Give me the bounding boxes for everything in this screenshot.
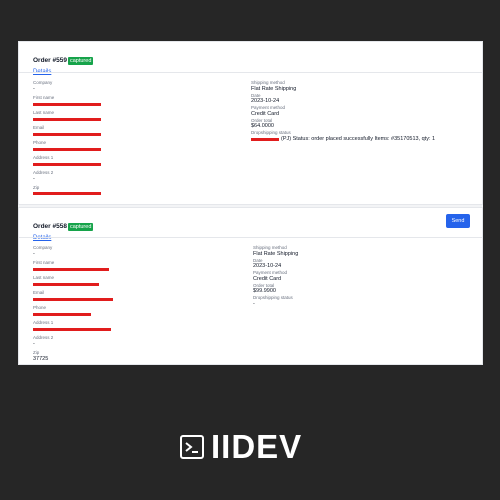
- order-card-559: Order #559captured Details Company - Fir…: [18, 41, 483, 205]
- field-label: Address 2: [33, 170, 54, 175]
- dropshipping-status: (PJ) Status: order placed successfully I…: [251, 136, 476, 143]
- field-value: -: [33, 340, 35, 347]
- field-value: -: [253, 300, 255, 307]
- field-label: Address 1: [33, 320, 54, 325]
- field-address-1: Address 1: [33, 320, 111, 335]
- field-value: $99.9900: [253, 288, 276, 294]
- field-label: Phone: [33, 305, 47, 310]
- brand-name: IIDEV: [211, 428, 303, 465]
- field-value: Flat Rate Shipping: [253, 250, 299, 257]
- divider: [19, 72, 482, 73]
- order-info-column: Shipping method Flat Rate Shipping Date …: [251, 80, 476, 143]
- field-company: Company -: [33, 80, 54, 95]
- order-card-558: Order #558 captured Details Send Company …: [18, 207, 483, 365]
- field-phone: Phone: [33, 305, 91, 320]
- redaction-bar: [33, 268, 109, 271]
- divider: [19, 237, 482, 238]
- details-link[interactable]: Details: [33, 235, 93, 241]
- redaction-bar: [33, 313, 91, 316]
- field-value: 37725: [33, 355, 49, 362]
- field-address-1: Address 1: [33, 155, 101, 170]
- field-label: Last name: [33, 110, 55, 115]
- redaction-bar: [33, 103, 101, 106]
- field-first-name: First name: [33, 260, 109, 275]
- redaction-bar: [33, 283, 99, 286]
- field-last-name: Last name: [33, 110, 101, 125]
- redaction-bar: [33, 298, 113, 301]
- status-badge: captured: [67, 57, 94, 65]
- redaction-bar: [33, 118, 101, 121]
- customer-column: Company - First name Last name Email Pho…: [33, 245, 113, 365]
- field-label: Address 2: [33, 335, 54, 340]
- field-value: Flat Rate Shipping: [251, 85, 297, 92]
- field-email: Email: [33, 125, 101, 140]
- customer-column: Company - First name Last name Email Pho…: [33, 80, 101, 200]
- field-company: Company -: [33, 245, 54, 260]
- field-label: Address 1: [33, 155, 54, 160]
- field-value: -: [33, 85, 35, 92]
- send-button[interactable]: Send: [446, 214, 470, 228]
- field-first-name: First name: [33, 95, 101, 110]
- screenshot-panel: Order #559captured Details Company - Fir…: [18, 41, 483, 365]
- field-phone: Phone: [33, 140, 101, 155]
- field-zip: Zip 37725: [33, 350, 54, 365]
- field-address-2: Address 2 -: [33, 170, 54, 185]
- field-value: (PJ) Status: order placed successfully I…: [281, 135, 436, 142]
- order-title: Order #558: [33, 223, 67, 230]
- field-value: 2023-10-24: [251, 98, 280, 104]
- brand-logo: IIDEV: [180, 430, 302, 463]
- redaction-bar: [33, 133, 101, 136]
- order-title: Order #559: [33, 57, 67, 64]
- field-address-2: Address 2 -: [33, 335, 54, 350]
- field-value: Credit Card: [253, 275, 282, 282]
- field-label: Email: [33, 125, 45, 130]
- redaction-bar: [33, 328, 111, 331]
- field-label: Company: [33, 245, 53, 250]
- status-badge: captured: [67, 223, 94, 231]
- field-label: Company: [33, 80, 53, 85]
- field-label: Zip: [33, 185, 40, 190]
- field-value: $64.0000: [251, 123, 274, 129]
- field-value: 2023-10-24: [253, 263, 282, 269]
- field-last-name: Last name: [33, 275, 99, 290]
- redaction-bar: [33, 163, 101, 166]
- field-zip: Zip: [33, 185, 101, 200]
- redaction-bar: [33, 148, 101, 151]
- field-value: -: [33, 175, 35, 182]
- field-email: Email: [33, 290, 113, 305]
- redaction-bar: [251, 137, 279, 141]
- field-label: Last name: [33, 275, 55, 280]
- field-value: Credit Card: [251, 110, 280, 117]
- field-label: Phone: [33, 140, 47, 145]
- field-label: Email: [33, 290, 45, 295]
- field-label: First name: [33, 260, 55, 265]
- terminal-icon: [180, 434, 204, 459]
- redaction-bar: [33, 192, 101, 195]
- field-value: -: [33, 250, 35, 257]
- order-info-column: Shipping method Flat Rate Shipping Date …: [253, 245, 473, 308]
- field-label: First name: [33, 95, 55, 100]
